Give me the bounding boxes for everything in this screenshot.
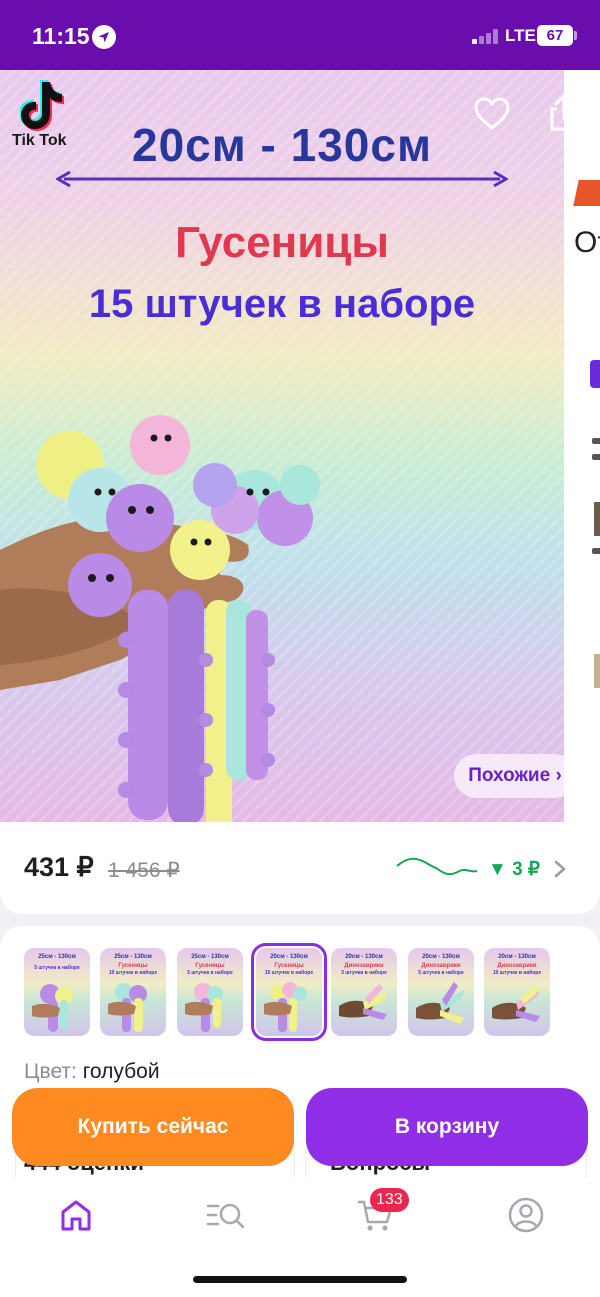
thumb-toy-image xyxy=(264,982,307,1032)
thumb-size: 25см - 130см xyxy=(191,954,229,960)
current-price: 431 ₽ xyxy=(24,852,94,882)
price-history-sparkline xyxy=(396,857,478,876)
peek-line xyxy=(592,548,600,554)
peek-image xyxy=(594,654,600,688)
peek-line xyxy=(592,454,600,460)
price-drop-badge: ▼ 3 ₽ xyxy=(488,859,541,880)
status-time: 11:15 xyxy=(32,23,90,49)
thumb-toy-image xyxy=(32,984,73,1032)
status-bar: 11:15 LTE 67 xyxy=(0,0,600,70)
cart-count-badge: 133 xyxy=(370,1188,409,1212)
thumb-toy-image xyxy=(492,986,540,1022)
color-row: Цвет: голубой xyxy=(24,1060,160,1084)
cellular-signal-icon xyxy=(472,28,500,44)
thumb-toy-image xyxy=(108,983,147,1032)
add-to-cart-button[interactable]: В корзину xyxy=(306,1088,588,1166)
peek-text: От xyxy=(574,226,600,259)
thumb-count: 3 штучки в наборе xyxy=(341,970,387,976)
thumb-name: Динозаврики xyxy=(421,963,461,969)
old-price: 1 456 ₽ xyxy=(108,859,180,882)
double-arrow-icon xyxy=(56,170,508,188)
peek-banner xyxy=(573,180,600,206)
thumb-size: 20см - 130см xyxy=(422,954,460,960)
variant-thumbnail[interactable]: 20см - 130см Динозаврики 5 штучек в набо… xyxy=(408,948,474,1036)
chevron-right-icon[interactable] xyxy=(553,860,567,878)
thumb-name: Гусеницы xyxy=(274,963,304,969)
size-range-text: 20см - 130см xyxy=(131,119,433,171)
thumb-count: 15 штучек в наборе xyxy=(264,970,314,976)
thumb-toy-image xyxy=(416,982,464,1024)
network-type: LTE xyxy=(505,26,536,45)
next-card-peek[interactable]: От xyxy=(564,70,600,822)
caterpillar-toys-photo xyxy=(0,415,320,822)
thumb-name: Динозаврики xyxy=(344,963,384,969)
thumb-size: 25см - 130см xyxy=(38,954,76,960)
price-card[interactable]: 431 ₽ 1 456 ₽ ▼ 3 ₽ xyxy=(0,822,600,914)
variant-thumbnail[interactable]: 25см - 130см Гусеницы 5 штучек в наборе xyxy=(177,948,243,1036)
thumb-count: 10 штучек в наборе xyxy=(108,970,158,976)
thumb-toy-image xyxy=(339,984,387,1020)
home-icon[interactable] xyxy=(56,1196,96,1234)
thumb-name: Динозаврики xyxy=(497,963,537,969)
peek-badge xyxy=(590,360,600,388)
similar-products-button[interactable]: Похожие › xyxy=(454,754,564,798)
variant-thumbnail[interactable]: 20см - 130см Динозаврики 3 штучки в набо… xyxy=(331,948,397,1036)
color-value: голубой xyxy=(82,1060,160,1083)
variant-thumbnail[interactable]: 25см - 130см 5 штучек в наборе xyxy=(24,948,90,1036)
buy-now-button[interactable]: Купить сейчас xyxy=(12,1088,294,1166)
variant-thumbnail[interactable]: 25см - 130см Гусеницы 10 штучек в наборе xyxy=(100,948,166,1036)
peek-image xyxy=(594,502,600,536)
catalog-search-icon[interactable] xyxy=(206,1196,246,1234)
product-image-carousel[interactable]: Tik Tok 20см - 130см Гусеницы 15 штучек … xyxy=(0,70,564,822)
thumb-size: 20см - 130см xyxy=(345,954,383,960)
thumb-name: Гусеницы xyxy=(195,963,225,969)
thumb-count: 5 штучек в наборе xyxy=(187,970,233,976)
thumb-count: 5 штучек в наборе xyxy=(418,970,464,976)
thumb-size: 25см - 130см xyxy=(114,954,152,960)
variant-thumbnail[interactable]: 20см - 130см Динозаврики 10 штучек в наб… xyxy=(484,948,550,1036)
variant-thumbnail-selected[interactable]: 20см - 130см Гусеницы 15 штучек в наборе xyxy=(251,943,327,1041)
peek-line xyxy=(592,438,600,444)
product-image-title: Гусеницы xyxy=(175,218,389,267)
thumb-toy-image xyxy=(185,983,223,1032)
set-count-text: 15 штучек в наборе xyxy=(88,282,476,326)
battery-icon: 67 xyxy=(537,25,573,46)
battery-tip xyxy=(574,31,577,40)
thumb-size: 20см - 130см xyxy=(498,954,536,960)
location-arrow-icon xyxy=(92,25,116,49)
color-label: Цвет: xyxy=(24,1060,77,1083)
thumb-count: 10 штучек в наборе xyxy=(492,970,542,976)
thumb-name: Гусеницы xyxy=(118,963,148,969)
thumb-size: 20см - 130см xyxy=(270,954,308,960)
thumb-count: 5 штучек в наборе xyxy=(34,965,80,971)
profile-icon[interactable] xyxy=(506,1196,546,1234)
home-indicator[interactable] xyxy=(193,1276,407,1283)
